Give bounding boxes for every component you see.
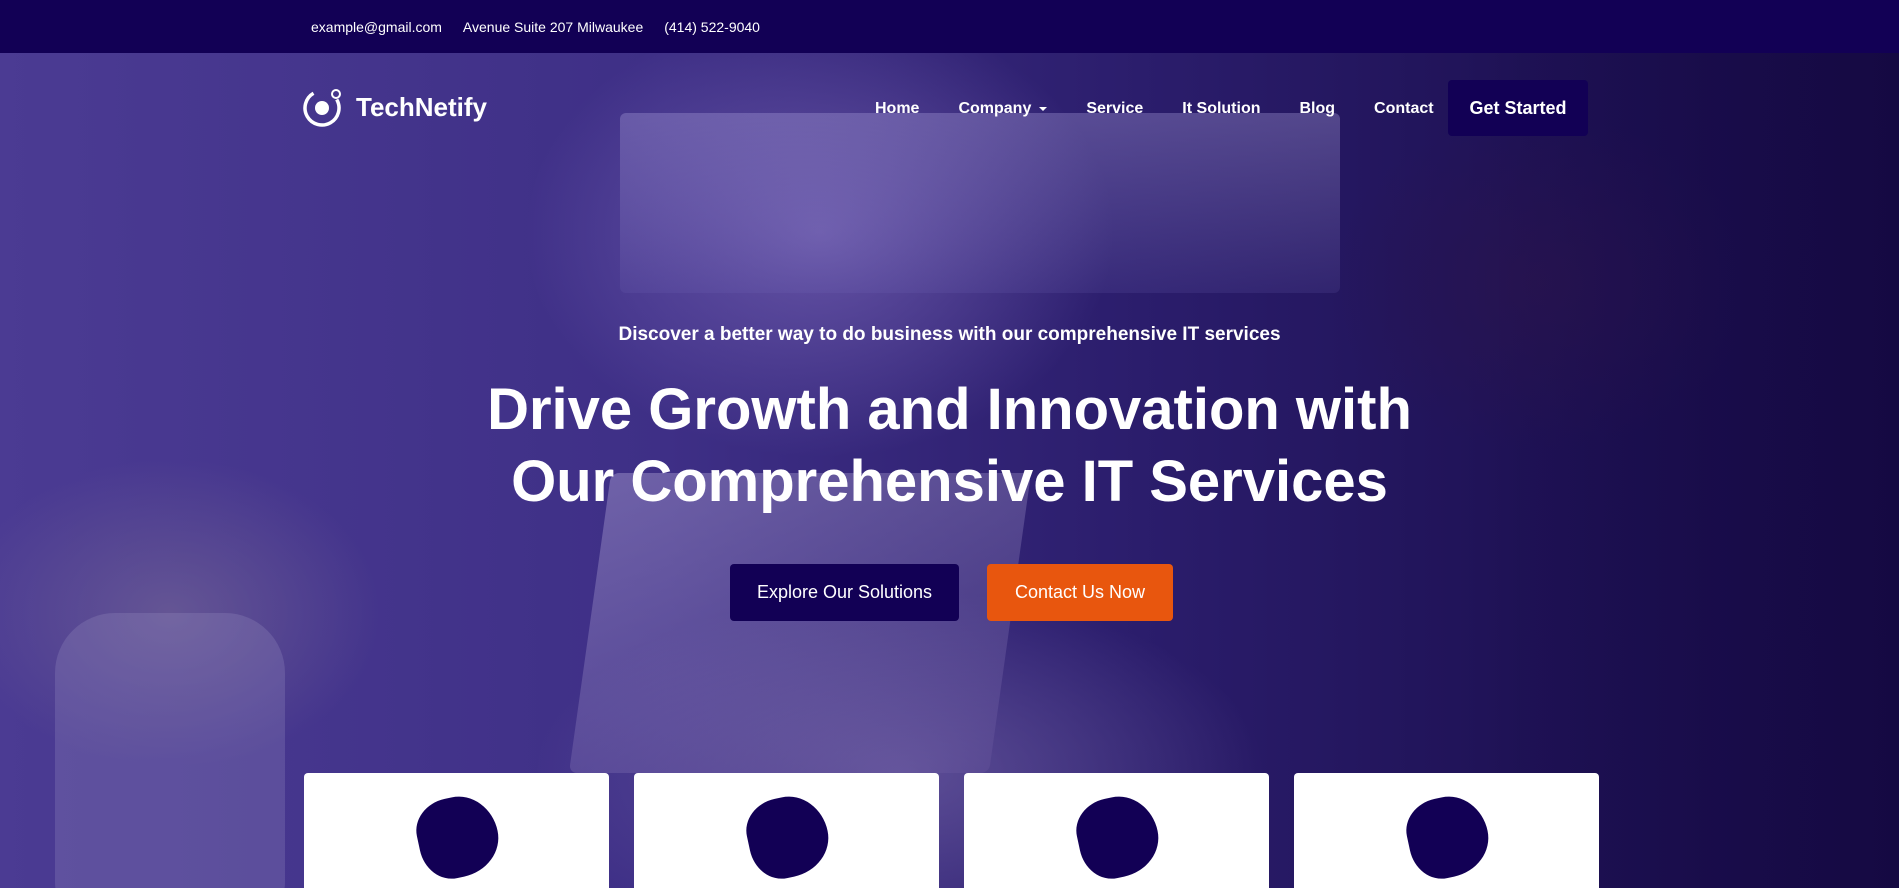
nav-item-label: It Solution — [1182, 100, 1261, 117]
nav-item-label: Home — [875, 100, 920, 117]
nav-item-blog[interactable]: Blog — [1300, 100, 1336, 118]
background-laptop — [568, 473, 1032, 773]
nav-item-it-solution[interactable]: It Solution — [1182, 100, 1260, 118]
blob-shape-icon — [410, 789, 506, 885]
main-navigation: Home Company Service It Solution Blog Co… — [875, 100, 1434, 118]
hero-title-line-1: Drive Growth and Innovation with — [487, 377, 1412, 442]
hero-subtitle: Discover a better way to do business wit… — [618, 324, 1281, 345]
contact-phone[interactable]: (414) 522-9040 — [664, 19, 760, 35]
blob-shape-icon — [1070, 789, 1166, 885]
nav-item-service[interactable]: Service — [1086, 100, 1143, 118]
top-contact-bar: example@gmail.com Avenue Suite 207 Milwa… — [0, 0, 1899, 53]
nav-item-label: Contact — [1374, 100, 1434, 117]
service-card[interactable] — [634, 773, 939, 888]
explore-solutions-button[interactable]: Explore Our Solutions — [730, 564, 959, 621]
contact-email[interactable]: example@gmail.com — [311, 19, 442, 35]
get-started-button[interactable]: Get Started — [1448, 80, 1588, 136]
background-vase — [55, 613, 285, 888]
contact-address: Avenue Suite 207 Milwaukee — [462, 18, 644, 35]
hero-title-line-2: Our Comprehensive IT Services — [511, 449, 1388, 514]
target-ring-icon — [302, 86, 344, 128]
service-card[interactable] — [1294, 773, 1599, 888]
blob-shape-icon — [1400, 789, 1496, 885]
nav-item-label: Blog — [1299, 100, 1336, 117]
blob-shape-icon — [740, 789, 836, 885]
brand-name: TechNetify — [356, 91, 487, 122]
chevron-down-icon — [1039, 107, 1048, 111]
contact-us-button[interactable]: Contact Us Now — [987, 564, 1173, 621]
nav-item-label: Company — [958, 100, 1032, 117]
nav-item-label: Service — [1086, 100, 1144, 117]
nav-item-contact[interactable]: Contact — [1374, 100, 1434, 118]
service-card[interactable] — [964, 773, 1269, 888]
service-card[interactable] — [304, 773, 609, 888]
nav-item-home[interactable]: Home — [875, 100, 919, 118]
nav-item-company[interactable]: Company — [958, 100, 1048, 118]
brand-logo[interactable]: TechNetify — [302, 86, 487, 128]
background-window — [620, 113, 1340, 293]
hero-title: Drive Growth and Innovation with Our Com… — [0, 374, 1899, 518]
